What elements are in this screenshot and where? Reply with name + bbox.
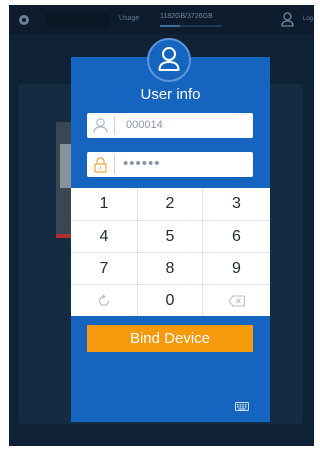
- usage-bar-fill: [160, 25, 180, 27]
- key-3[interactable]: 3: [203, 188, 270, 220]
- login-link[interactable]: Log: [303, 16, 313, 22]
- backspace-icon: [227, 294, 245, 307]
- key-1[interactable]: 1: [71, 188, 137, 220]
- top-bar: Usage 1182GB/3726GB Log: [9, 5, 314, 34]
- key-0[interactable]: 0: [137, 284, 203, 316]
- password-value: ••••••: [123, 155, 161, 172]
- keyboard-icon[interactable]: [235, 402, 249, 411]
- usage-bar: [160, 25, 222, 27]
- user-icon[interactable]: [281, 12, 294, 27]
- key-2[interactable]: 2: [137, 188, 203, 220]
- key-5[interactable]: 5: [137, 220, 203, 252]
- field-divider: [114, 116, 115, 135]
- key-backspace[interactable]: [203, 284, 270, 316]
- password-field[interactable]: ••••••: [87, 152, 253, 177]
- top-search-box[interactable]: [45, 12, 109, 27]
- key-8[interactable]: 8: [137, 252, 203, 284]
- bind-device-button[interactable]: Bind Device: [87, 325, 253, 352]
- user-avatar-icon: [158, 47, 180, 71]
- key-refresh[interactable]: [71, 284, 137, 316]
- numeric-keypad: 1 2 3 4 5 6 7 8 9 0: [71, 188, 270, 316]
- refresh-icon: [98, 293, 110, 306]
- dialog-title: User info: [140, 86, 201, 103]
- usage-label: Usage: [119, 15, 140, 22]
- usage-value: 1182GB/3726GB: [160, 13, 213, 20]
- key-7[interactable]: 7: [71, 252, 137, 284]
- key-6[interactable]: 6: [203, 220, 270, 252]
- username-value: 000014: [126, 119, 163, 131]
- username-field[interactable]: 000014: [87, 113, 253, 138]
- user-icon: [93, 118, 108, 133]
- dialog-avatar: [147, 38, 191, 82]
- lock-icon: [94, 157, 107, 173]
- field-divider: [114, 155, 115, 174]
- key-4[interactable]: 4: [71, 220, 137, 252]
- key-9[interactable]: 9: [203, 252, 270, 284]
- app-logo-icon: [19, 15, 29, 25]
